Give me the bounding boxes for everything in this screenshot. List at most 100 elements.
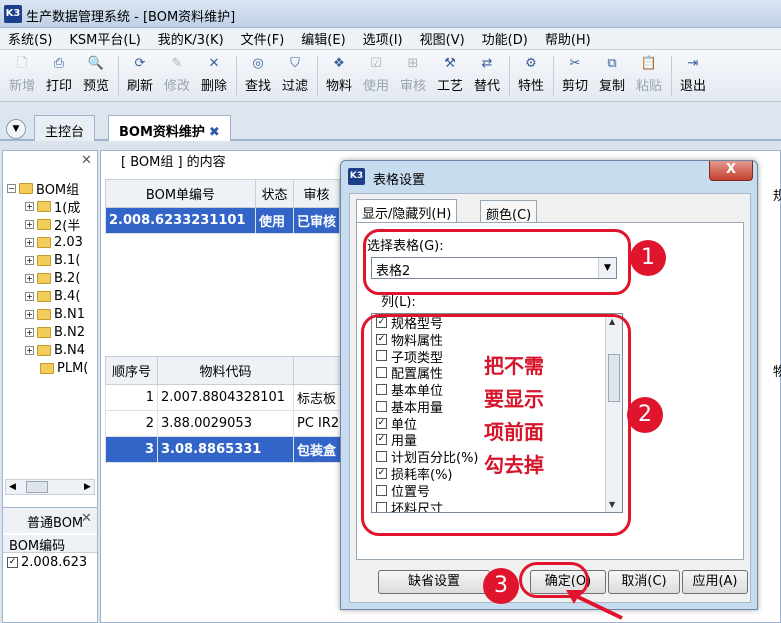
toolbar-button[interactable]: ⛉ 过滤 — [277, 56, 313, 94]
tab-show-hide-columns[interactable]: 显示/隐藏列(H) — [356, 199, 458, 223]
scroll-left-arrow-icon[interactable]: ◀ — [9, 482, 16, 492]
annotation-line: 把不需 — [484, 354, 544, 378]
expand-icon[interactable]: + — [25, 201, 34, 211]
toolbar-button[interactable]: ⊞ 审核 — [395, 56, 431, 94]
column-header-sequence[interactable]: 顺序号 — [105, 356, 158, 385]
material-name-cell[interactable]: PC IR2 — [292, 410, 344, 437]
table-row[interactable]: 1 2.007.8804328101 标志板 — [105, 384, 344, 411]
toolbar-button[interactable]: ☑ 使用 — [358, 56, 394, 94]
toolbar-button[interactable]: ⚙ 特性 — [513, 56, 549, 94]
expand-icon[interactable]: + — [25, 273, 34, 283]
tree-node[interactable]: +1(成 — [7, 197, 88, 216]
sequence-cell[interactable]: 2 — [105, 410, 158, 437]
apply-button[interactable]: 应用(A) — [682, 570, 748, 594]
tree-node[interactable]: + B.N2 — [7, 323, 88, 341]
bom-type-close-icon[interactable]: ✕ — [81, 511, 92, 526]
menu-item[interactable]: 系统(S) — [8, 29, 52, 48]
menu-item[interactable]: 我的K/3(K) — [158, 29, 224, 48]
menu-item[interactable]: KSM平台(L) — [69, 29, 140, 48]
printer-icon: ⎙ — [53, 56, 65, 71]
column-header-material-name[interactable] — [292, 356, 344, 385]
menu-item[interactable]: 帮助(H) — [545, 29, 591, 48]
toolbar-button[interactable]: ✕ 删除 — [196, 56, 232, 94]
tree-node[interactable]: PLM( — [7, 359, 88, 377]
sequence-cell[interactable]: 1 — [105, 384, 158, 411]
sequence-cell[interactable]: 3 — [105, 436, 158, 463]
row-checkbox[interactable]: ✓ — [7, 557, 18, 568]
annotation-line: 项前面 — [484, 420, 544, 444]
panel-close-icon[interactable]: ✕ — [81, 153, 92, 168]
bom-code-column-header[interactable]: BOM编码 — [3, 535, 97, 554]
toolbar-separator — [317, 56, 318, 96]
new-doc-icon: 🗋 — [16, 56, 28, 71]
toolbar-button[interactable]: ⚒ 工艺 — [432, 56, 468, 94]
bom-code-row[interactable]: ✓ 2.008.623 — [7, 555, 87, 570]
toolbar-button[interactable]: ◎ 查找 — [240, 56, 276, 94]
tree-node[interactable]: + B.N4 — [7, 341, 88, 359]
exit-icon: ⇥ — [687, 56, 699, 71]
audit-cell[interactable]: 已审核 — [292, 207, 341, 234]
table-row[interactable]: 3 3.08.8865331 包装盒 — [105, 436, 344, 463]
expand-icon[interactable]: + — [25, 327, 34, 337]
bom-number-cell[interactable]: 2.008.6233231101 — [105, 207, 256, 234]
expand-icon[interactable]: + — [25, 219, 34, 229]
toolbar-button[interactable]: ✂ 剪切 — [557, 56, 593, 94]
scroll-right-arrow-icon[interactable]: ▶ — [84, 482, 91, 492]
toolbar-button[interactable]: ⧉ 复制 — [594, 56, 630, 94]
toolbar-separator — [118, 56, 119, 96]
tree-node[interactable]: +2.03 — [7, 233, 88, 251]
expand-icon[interactable]: + — [25, 291, 34, 301]
tab-list-dropdown-icon[interactable]: ▼ — [6, 119, 26, 139]
tab-close-icon[interactable]: ✖ — [209, 125, 220, 140]
menu-item[interactable]: 功能(D) — [482, 29, 528, 48]
menu-item[interactable]: 编辑(E) — [301, 29, 345, 48]
tree-node[interactable]: + B.2( — [7, 269, 88, 287]
dialog-logo-icon: K3 — [348, 168, 365, 185]
tree-node[interactable]: + B.1( — [7, 251, 88, 269]
toolbar-button[interactable]: ✎ 修改 — [159, 56, 195, 94]
toolbar-button[interactable]: 📋 粘贴 — [631, 56, 667, 94]
toolbar-button-label: 查找 — [244, 79, 271, 94]
toolbar-button[interactable]: 🔍 预览 — [78, 56, 114, 94]
toolbar-button[interactable]: ⟳ 刷新 — [122, 56, 158, 94]
tree-node-label: B.4( — [54, 288, 81, 304]
toolbar-button[interactable]: ⇄ 替代 — [469, 56, 505, 94]
expand-icon[interactable]: + — [25, 345, 34, 355]
material-code-cell[interactable]: 2.007.8804328101 — [157, 384, 294, 411]
tree-node[interactable]: + B.N1 — [7, 305, 88, 323]
toolbar-button[interactable]: ⎙ 打印 — [41, 56, 77, 94]
column-header-audit[interactable]: 审核 — [292, 179, 341, 208]
tab-main-console[interactable]: 主控台 — [34, 115, 96, 141]
material-code-cell[interactable]: 3.08.8865331 — [157, 436, 294, 463]
column-header-material-code[interactable]: 物料代码 — [157, 356, 294, 385]
table-row[interactable]: 2 3.88.0029053 PC IR2 — [105, 410, 344, 437]
menu-item[interactable]: 视图(V) — [420, 29, 465, 48]
material-code-cell[interactable]: 3.88.0029053 — [157, 410, 294, 437]
column-header-bom-number[interactable]: BOM单编号 — [105, 179, 256, 208]
tree-horizontal-scrollbar[interactable]: ◀ ▶ — [5, 479, 95, 495]
tree-node[interactable]: − BOM组 — [7, 179, 88, 198]
expand-icon[interactable]: + — [25, 309, 34, 319]
default-settings-button[interactable]: 缺省设置 — [378, 570, 490, 594]
dialog-close-button[interactable]: X — [709, 161, 753, 181]
menu-item[interactable]: 文件(F) — [241, 29, 285, 48]
annotation-line: 要显示 — [484, 387, 544, 411]
collapse-icon[interactable]: − — [7, 183, 16, 193]
material-name-cell[interactable]: 包装盒 — [292, 436, 344, 463]
column-header-status[interactable]: 状态 — [255, 179, 294, 208]
table-row[interactable]: 2.008.6233231101 使用 已审核 — [105, 207, 341, 234]
toolbar-button[interactable]: 🗋 新增 — [4, 56, 40, 94]
scroll-thumb[interactable] — [26, 481, 48, 493]
toolbar-button[interactable]: ⇥ 退出 — [675, 56, 711, 94]
tab-color[interactable]: 颜色(C) — [480, 200, 538, 223]
material-name-cell[interactable]: 标志板 — [292, 384, 344, 411]
menu-item[interactable]: 选项(I) — [363, 29, 403, 48]
tree-node[interactable]: + B.4( — [7, 287, 88, 305]
status-cell[interactable]: 使用 — [255, 207, 294, 234]
toolbar-button[interactable]: ❖ 物料 — [321, 56, 357, 94]
tab-bom-maintenance[interactable]: BOM资料维护 ✖ — [108, 115, 231, 141]
tree-node[interactable]: +2(半 — [7, 215, 88, 234]
expand-icon[interactable]: + — [25, 237, 34, 247]
expand-icon[interactable]: + — [25, 255, 34, 265]
tab-bom-label: BOM资料维护 — [119, 125, 205, 140]
